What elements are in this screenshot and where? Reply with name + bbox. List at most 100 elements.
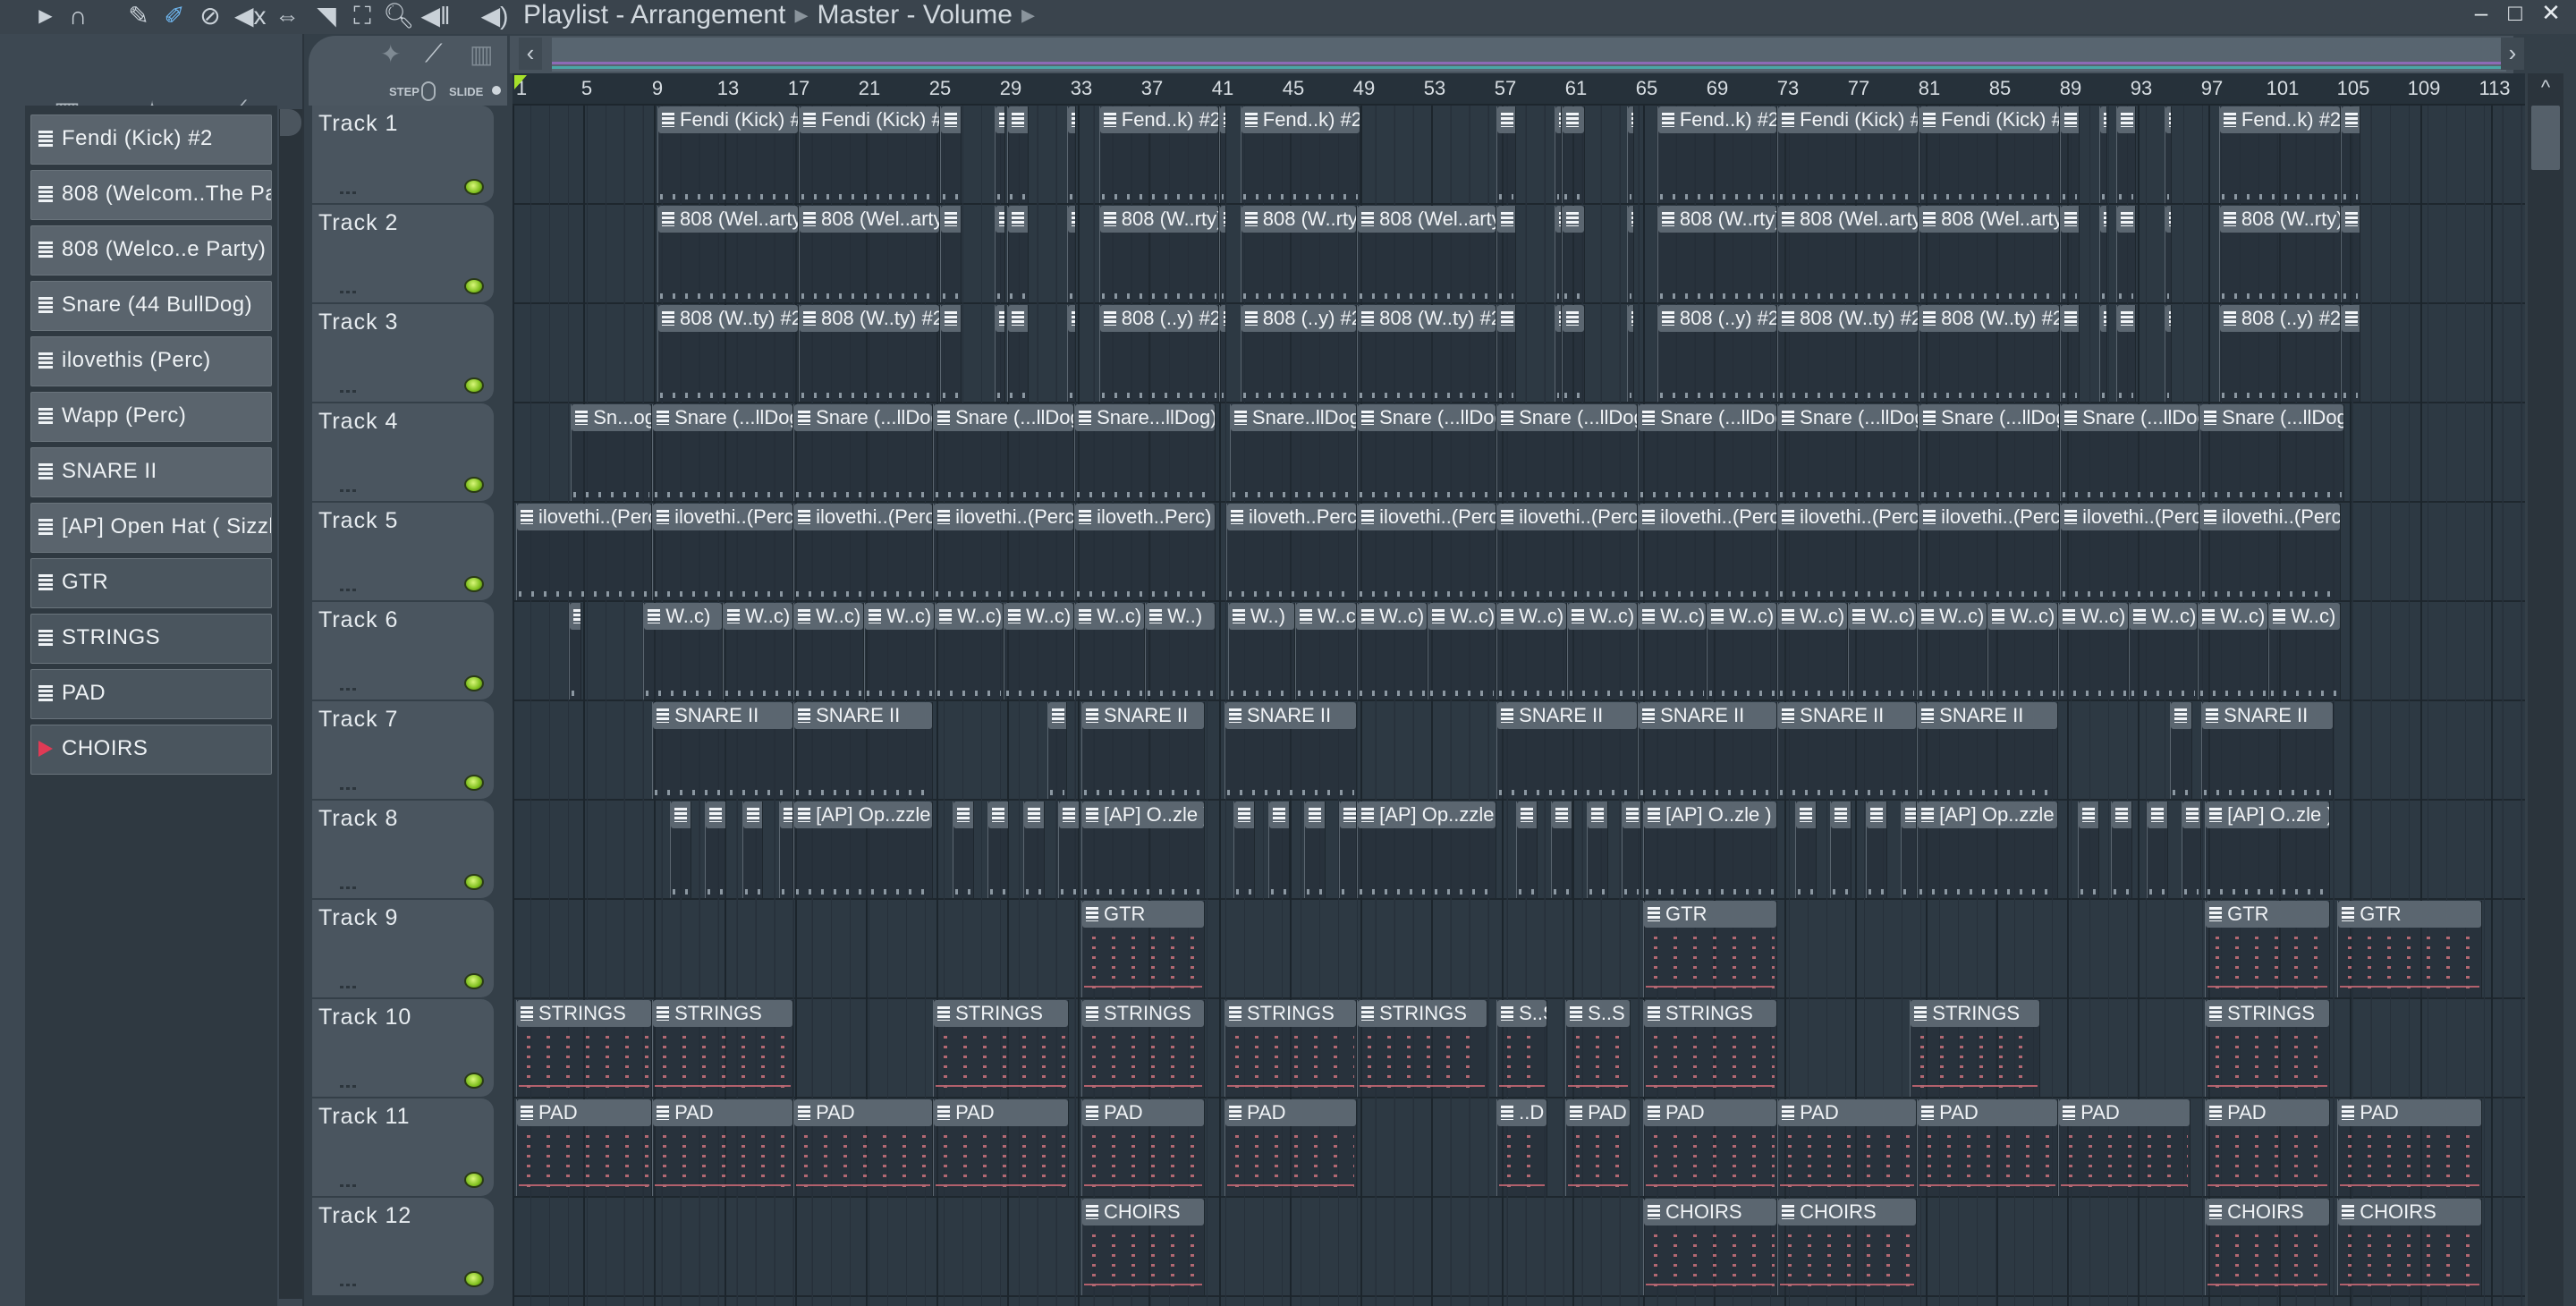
pattern-clip[interactable] bbox=[2098, 206, 2108, 302]
pattern-clip[interactable]: 808 (..y) #2 bbox=[1657, 305, 1778, 402]
target-title[interactable]: Master - Volume bbox=[818, 0, 1013, 30]
pattern-clip[interactable] bbox=[2341, 305, 2360, 402]
arrangement-overview[interactable] bbox=[552, 38, 2506, 72]
select-icon[interactable]: ⛶ bbox=[347, 2, 377, 30]
pattern-clip[interactable] bbox=[2116, 206, 2137, 302]
pattern-clip[interactable]: GTR bbox=[2205, 901, 2331, 997]
picker-scrollbar[interactable] bbox=[279, 109, 302, 1299]
pattern-item[interactable]: 808 (Welco..e Party) #2 bbox=[30, 225, 272, 276]
pattern-clip[interactable]: ilovethi..(Perc) bbox=[933, 504, 1075, 600]
pattern-clip[interactable] bbox=[2116, 305, 2137, 402]
pattern-clip[interactable]: [AP] O..zle ) bbox=[2205, 801, 2331, 898]
pattern-clip[interactable] bbox=[2060, 206, 2080, 302]
pattern-clip[interactable]: Fendi (Kick) #2 bbox=[657, 106, 799, 203]
pattern-clip[interactable]: PAD bbox=[1565, 1099, 1631, 1196]
pattern-clip[interactable] bbox=[940, 106, 962, 203]
pattern-clip[interactable] bbox=[1496, 206, 1516, 302]
pattern-clip[interactable] bbox=[2341, 106, 2360, 203]
pattern-clip[interactable]: PAD bbox=[2205, 1099, 2331, 1196]
pattern-clip[interactable]: W..c) bbox=[1987, 603, 2059, 700]
track-header[interactable]: Track 4 bbox=[312, 403, 494, 501]
pattern-clip[interactable]: 808 (..y) #2 bbox=[1240, 305, 1358, 402]
track-enable-led[interactable] bbox=[464, 874, 484, 890]
pattern-clip[interactable]: W..) bbox=[1227, 603, 1295, 700]
pattern-clip[interactable] bbox=[952, 801, 974, 898]
pattern-clip[interactable] bbox=[1007, 206, 1029, 302]
pattern-clip[interactable] bbox=[1901, 801, 1918, 898]
pattern-clip[interactable] bbox=[1047, 702, 1068, 799]
pattern-clip[interactable] bbox=[2111, 801, 2133, 898]
track-enable-led[interactable] bbox=[464, 973, 484, 989]
pattern-item[interactable]: SNARE II bbox=[30, 447, 272, 497]
pattern-clip[interactable]: S..S bbox=[1565, 1000, 1631, 1097]
pattern-clip[interactable]: Snare (...llDog) bbox=[793, 404, 934, 501]
pattern-clip[interactable]: 808 (Wel..arty) bbox=[1357, 206, 1497, 302]
zoom-icon[interactable]: 🔍︎ bbox=[383, 2, 415, 30]
pattern-clip[interactable]: STRINGS bbox=[516, 1000, 653, 1097]
pattern-clip[interactable]: [AP] Op..zzle ) bbox=[793, 801, 934, 898]
play-arrow-icon[interactable]: ▶ bbox=[30, 2, 61, 30]
pattern-clip[interactable]: ilovethi..(Perc) bbox=[1919, 504, 2061, 600]
track-header[interactable]: Track 5 bbox=[312, 503, 494, 600]
pattern-item[interactable]: Snare (44 BullDog) bbox=[30, 281, 272, 331]
pattern-clip[interactable]: SNARE II bbox=[793, 702, 934, 799]
pattern-clip[interactable]: ilovethi..(Perc) bbox=[516, 504, 653, 600]
pattern-clip[interactable]: W..c) bbox=[643, 603, 724, 700]
track-options-icon[interactable] bbox=[340, 688, 356, 691]
pattern-clip[interactable] bbox=[2098, 305, 2108, 402]
pattern-clip[interactable]: SNARE II bbox=[1224, 702, 1358, 799]
pattern-clip[interactable] bbox=[1067, 305, 1077, 402]
timeline-ruler[interactable]: 1 5 9 13 17 21 25 29 33 37 41 45 49 53 57 61 65 69 73 77 81 8… bbox=[513, 73, 2525, 106]
pattern-clip[interactable]: W..c) bbox=[2129, 603, 2199, 700]
pattern-item[interactable]: PAD bbox=[30, 669, 272, 719]
pattern-clip[interactable]: PAD bbox=[1777, 1099, 1918, 1196]
track-options-icon[interactable] bbox=[340, 787, 356, 790]
pattern-clip[interactable]: Snare (...llDog) bbox=[1777, 404, 1919, 501]
pattern-clip[interactable] bbox=[2098, 106, 2108, 203]
pattern-clip[interactable]: STRINGS bbox=[1081, 1000, 1206, 1097]
pattern-clip[interactable]: PAD bbox=[2058, 1099, 2191, 1196]
pattern-clip[interactable] bbox=[1219, 305, 1226, 402]
track-header[interactable]: Track 6 bbox=[312, 602, 494, 700]
pattern-clip[interactable] bbox=[1067, 206, 1077, 302]
pattern-clip[interactable] bbox=[2060, 106, 2080, 203]
pattern-clip[interactable]: W..c) bbox=[1848, 603, 1918, 700]
pattern-clip[interactable] bbox=[940, 305, 962, 402]
pattern-clip[interactable]: 808 (W..ty) #2 bbox=[1357, 305, 1497, 402]
pattern-clip[interactable]: W..c) bbox=[1707, 603, 1778, 700]
pattern-clip[interactable]: Sn...og bbox=[571, 404, 653, 501]
pattern-clip[interactable] bbox=[1562, 305, 1585, 402]
mute-icon[interactable]: ◀x bbox=[234, 2, 267, 30]
pattern-clip[interactable]: PAD bbox=[793, 1099, 934, 1196]
magnet-snap-icon[interactable]: ∩ bbox=[63, 2, 93, 30]
pattern-clip[interactable]: W..c) bbox=[793, 603, 865, 700]
pattern-clip[interactable]: W..c) bbox=[2058, 603, 2130, 700]
pattern-clip[interactable]: [AP] Op..zzle ) bbox=[1357, 801, 1497, 898]
pattern-clip[interactable]: 808 (Wel..arty) bbox=[1919, 206, 2061, 302]
pattern-clip[interactable]: 808 (W..ty) #2 bbox=[657, 305, 799, 402]
pattern-item[interactable]: GTR bbox=[30, 558, 272, 608]
pencil-icon[interactable]: ✎ bbox=[123, 2, 154, 30]
track-header[interactable]: Track 9 bbox=[312, 900, 494, 997]
pattern-clip[interactable] bbox=[1562, 206, 1585, 302]
track-enable-led[interactable] bbox=[464, 775, 484, 791]
pattern-clip[interactable]: Snare (...llDog) bbox=[2199, 404, 2345, 501]
pattern-clip[interactable]: 808 (W..ty) #2 bbox=[1919, 305, 2061, 402]
pattern-clip[interactable] bbox=[1515, 801, 1538, 898]
pattern-clip[interactable]: 808 (W..ty) #2 bbox=[799, 305, 940, 402]
pattern-clip[interactable]: ilovethi..(Perc) bbox=[793, 504, 934, 600]
pattern-clip[interactable]: S..S bbox=[1496, 1000, 1548, 1097]
pattern-clip[interactable]: GTR bbox=[1081, 901, 1206, 997]
pattern-clip[interactable] bbox=[987, 801, 1009, 898]
pattern-clip[interactable]: PAD bbox=[652, 1099, 794, 1196]
pattern-clip[interactable] bbox=[940, 206, 962, 302]
pattern-clip[interactable]: [AP] O..zle ) bbox=[1081, 801, 1206, 898]
pattern-clip[interactable] bbox=[995, 206, 1006, 302]
pattern-clip[interactable]: SNARE II bbox=[1917, 702, 2059, 799]
pattern-clip[interactable] bbox=[1496, 305, 1516, 402]
pattern-clip[interactable]: STRINGS bbox=[2205, 1000, 2331, 1097]
pattern-clip[interactable] bbox=[1303, 801, 1326, 898]
track-enable-led[interactable] bbox=[464, 576, 484, 592]
pattern-clip[interactable]: SNARE II bbox=[2201, 702, 2334, 799]
pattern-clip[interactable]: W..c) bbox=[864, 603, 936, 700]
